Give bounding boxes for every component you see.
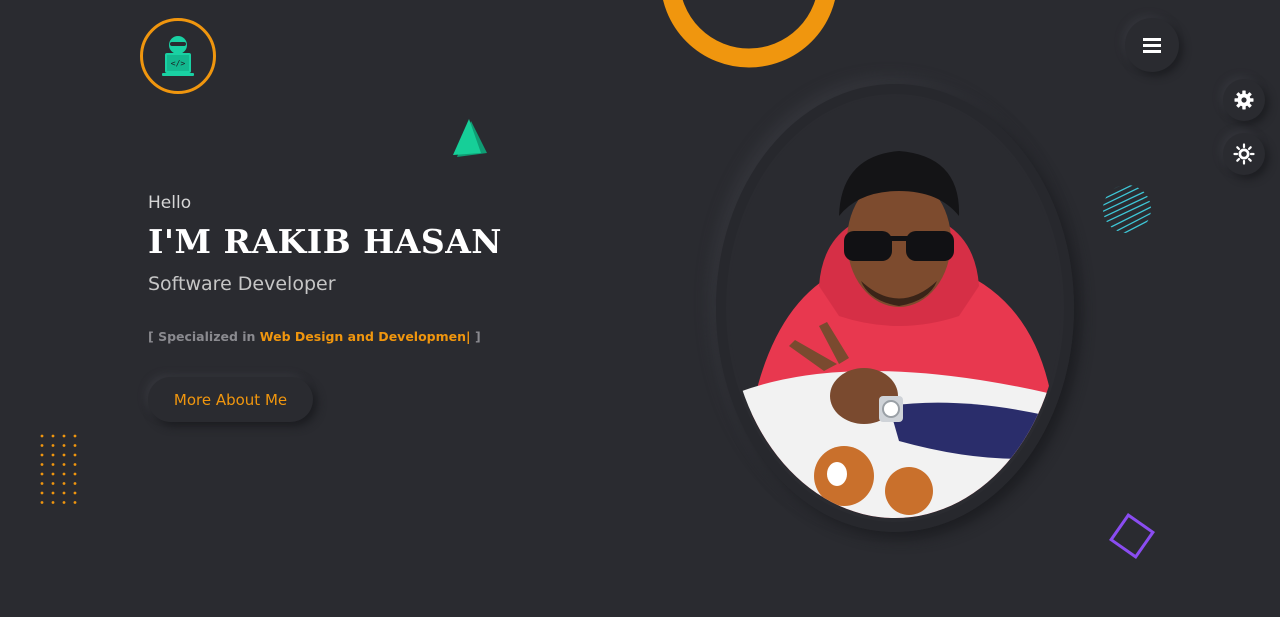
hero-name-heading: I'M RAKIB HASAN [148, 222, 502, 261]
svg-text:</>: </> [171, 59, 186, 68]
hamburger-menu-icon [1143, 37, 1161, 53]
developer-laptop-icon: </> [162, 36, 194, 76]
striped-circle-decoration [1103, 185, 1151, 233]
gear-icon [1234, 90, 1254, 110]
more-about-me-button[interactable]: More About Me [148, 377, 313, 422]
specialization-typed-text: Web Design and Developmen| [259, 329, 471, 344]
specialization-prefix: [ Specialized in [148, 329, 260, 344]
orange-ring-decoration [663, 0, 835, 68]
specialization-suffix: ] [470, 329, 481, 344]
sun-icon [1233, 143, 1255, 165]
site-logo[interactable]: </> [140, 18, 216, 94]
triangle-decoration [453, 119, 487, 157]
diamond-decoration [1109, 513, 1155, 559]
settings-button[interactable] [1223, 79, 1265, 121]
greeting-text: Hello [148, 193, 192, 213]
dot-grid-decoration [40, 434, 77, 504]
hero-role-text: Software Developer [148, 273, 336, 295]
theme-toggle-button[interactable] [1223, 133, 1265, 175]
profile-photo [729, 96, 1061, 518]
specialization-text: [ Specialized in Web Design and Developm… [148, 329, 481, 344]
menu-button[interactable] [1125, 18, 1179, 72]
